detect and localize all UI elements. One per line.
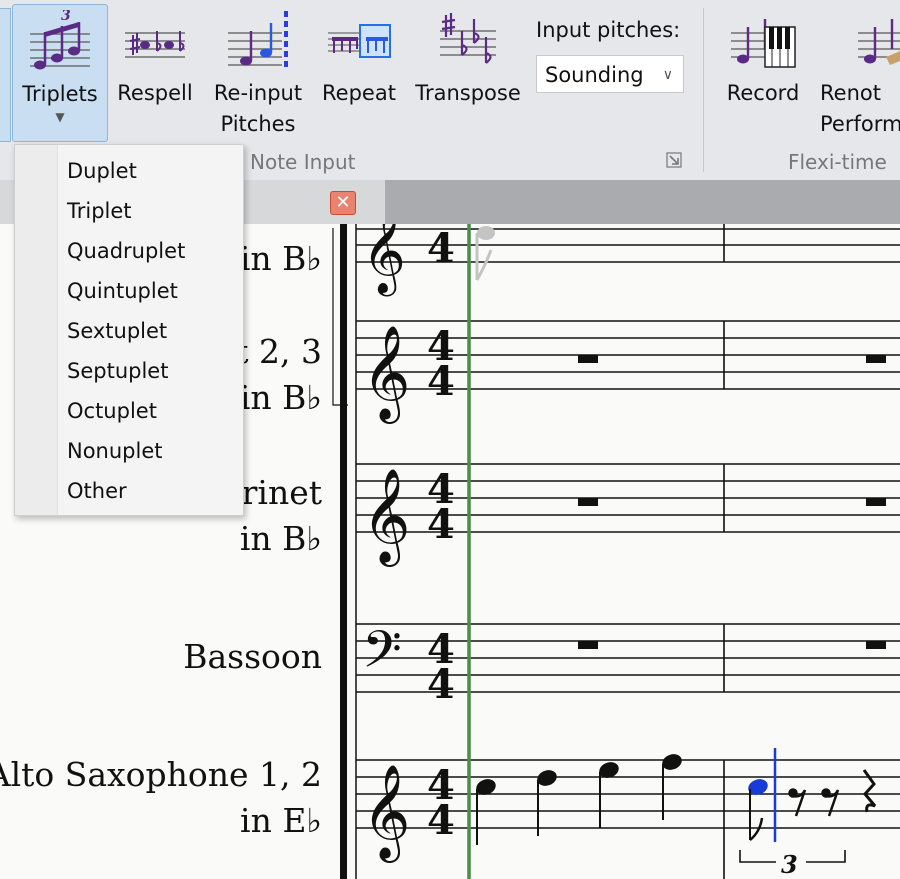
menu-item-quadruplet[interactable]: Quadruplet bbox=[15, 231, 241, 271]
repeat-icon bbox=[318, 4, 400, 78]
transpose-label: Transpose bbox=[415, 81, 521, 105]
treble-clef-icon: 𝄞 bbox=[362, 224, 406, 297]
menu-item-quintuplet[interactable]: Quintuplet bbox=[15, 271, 241, 311]
menu-item-other[interactable]: Other bbox=[15, 471, 241, 511]
time-signature-bottom: 4 bbox=[427, 797, 455, 844]
chevron-down-icon: ▼ bbox=[55, 110, 65, 124]
renotate-icon bbox=[816, 4, 900, 78]
record-button[interactable]: Record bbox=[716, 4, 810, 109]
record-label: Record bbox=[726, 81, 800, 105]
triplets-button[interactable]: 3 Triplets ▼ bbox=[12, 4, 108, 142]
triplets-dropdown-menu: Duplet Triplet Quadruplet Quintuplet Sex… bbox=[14, 144, 244, 516]
whole-rests bbox=[578, 355, 886, 649]
instrument-name[interactable]: rinet in B♭ bbox=[240, 470, 322, 562]
repeat-label: Repeat bbox=[322, 81, 396, 105]
alto-sax-notes bbox=[476, 754, 682, 845]
group-separator bbox=[703, 8, 704, 172]
repeat-button[interactable]: Repeat bbox=[318, 4, 400, 109]
chevron-down-icon: ∨ bbox=[662, 67, 673, 83]
input-pitches-select[interactable]: Sounding ∨ bbox=[536, 55, 684, 93]
dialog-launcher-icon[interactable] bbox=[666, 152, 682, 168]
menu-item-sextuplet[interactable]: Sextuplet bbox=[15, 311, 241, 351]
svg-text:3: 3 bbox=[61, 10, 71, 24]
menu-item-duplet[interactable]: Duplet bbox=[15, 151, 241, 191]
time-signature-top: 4 bbox=[427, 225, 455, 272]
time-signature-bottom: 4 bbox=[427, 661, 455, 708]
time-signatures: 4 4 4 4 4 4 4 4 4 bbox=[427, 225, 455, 844]
treble-clef-icon: 𝄞 bbox=[362, 764, 410, 863]
transpose-button[interactable]: Transpose bbox=[410, 4, 526, 109]
instrument-name[interactable]: t 2, 3 in B♭ bbox=[235, 329, 322, 421]
ribbon-edge bbox=[0, 8, 11, 142]
tuplet-number: 3 bbox=[781, 850, 798, 879]
system-bracket bbox=[340, 224, 347, 879]
input-pitches-label: Input pitches: bbox=[536, 18, 681, 42]
bass-clef-icon: 𝄢 bbox=[362, 619, 402, 692]
flexi-time-group-label: Flexi-time bbox=[788, 150, 887, 174]
renotate-label: Renot Perform bbox=[820, 81, 900, 136]
ghost-note bbox=[475, 226, 495, 281]
respell-icon bbox=[112, 4, 198, 78]
clefs: 𝄞 𝄞 𝄞 𝄢 𝄞 bbox=[362, 224, 410, 863]
reinput-pitches-icon bbox=[206, 4, 310, 78]
triplets-label: Triplets bbox=[22, 82, 98, 106]
time-signature-bottom: 4 bbox=[427, 358, 455, 405]
instrument-name[interactable]: in B♭ bbox=[240, 236, 322, 282]
treble-clef-icon: 𝄞 bbox=[362, 325, 410, 424]
menu-item-triplet[interactable]: Triplet bbox=[15, 191, 241, 231]
menu-item-septuplet[interactable]: Septuplet bbox=[15, 351, 241, 391]
time-signature-bottom: 4 bbox=[427, 501, 455, 548]
treble-clef-icon: 𝄞 bbox=[362, 468, 410, 567]
record-keyboard-icon bbox=[716, 4, 810, 78]
note-input-group-label: Note Input bbox=[250, 150, 356, 174]
instrument-name[interactable]: Alto Saxophone 1, 2 in E♭ bbox=[0, 752, 322, 844]
menu-item-octuplet[interactable]: Octuplet bbox=[15, 391, 241, 431]
transpose-icon bbox=[410, 4, 526, 78]
reinput-pitches-label: Re-input Pitches bbox=[213, 81, 303, 136]
menu-item-nonuplet[interactable]: Nonuplet bbox=[15, 431, 241, 471]
respell-label: Respell bbox=[117, 81, 193, 105]
close-icon[interactable]: ✕ bbox=[330, 191, 356, 215]
note-flag bbox=[749, 817, 764, 841]
triplets-icon: 3 bbox=[13, 5, 107, 79]
instrument-name[interactable]: Bassoon bbox=[183, 634, 322, 680]
respell-button[interactable]: Respell bbox=[112, 4, 198, 109]
reinput-pitches-button[interactable]: Re-input Pitches bbox=[206, 4, 310, 140]
input-pitches-value: Sounding bbox=[545, 63, 644, 87]
renotate-performance-button[interactable]: Renot Perform bbox=[816, 4, 900, 140]
